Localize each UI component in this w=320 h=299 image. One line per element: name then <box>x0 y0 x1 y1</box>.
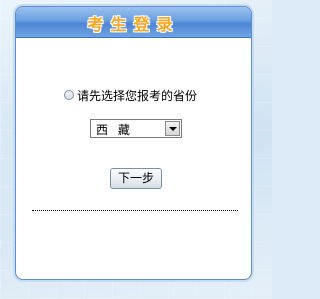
page-title: 考生登录 <box>87 15 180 34</box>
province-select-value: 西 藏 <box>96 123 133 137</box>
chevron-down-icon[interactable] <box>165 121 180 136</box>
login-panel: 考生登录 请先选择您报考的省份 西 藏 下一步 <box>15 6 252 280</box>
province-label: 请先选择您报考的省份 <box>77 88 198 103</box>
province-select[interactable]: 西 藏 <box>90 119 182 138</box>
province-label-row: 请先选择您报考的省份 <box>64 87 197 103</box>
next-step-button[interactable]: 下一步 <box>110 168 162 189</box>
dotted-divider <box>32 210 238 211</box>
radio-icon[interactable] <box>64 90 74 100</box>
panel-header: 考生登录 <box>16 7 251 38</box>
